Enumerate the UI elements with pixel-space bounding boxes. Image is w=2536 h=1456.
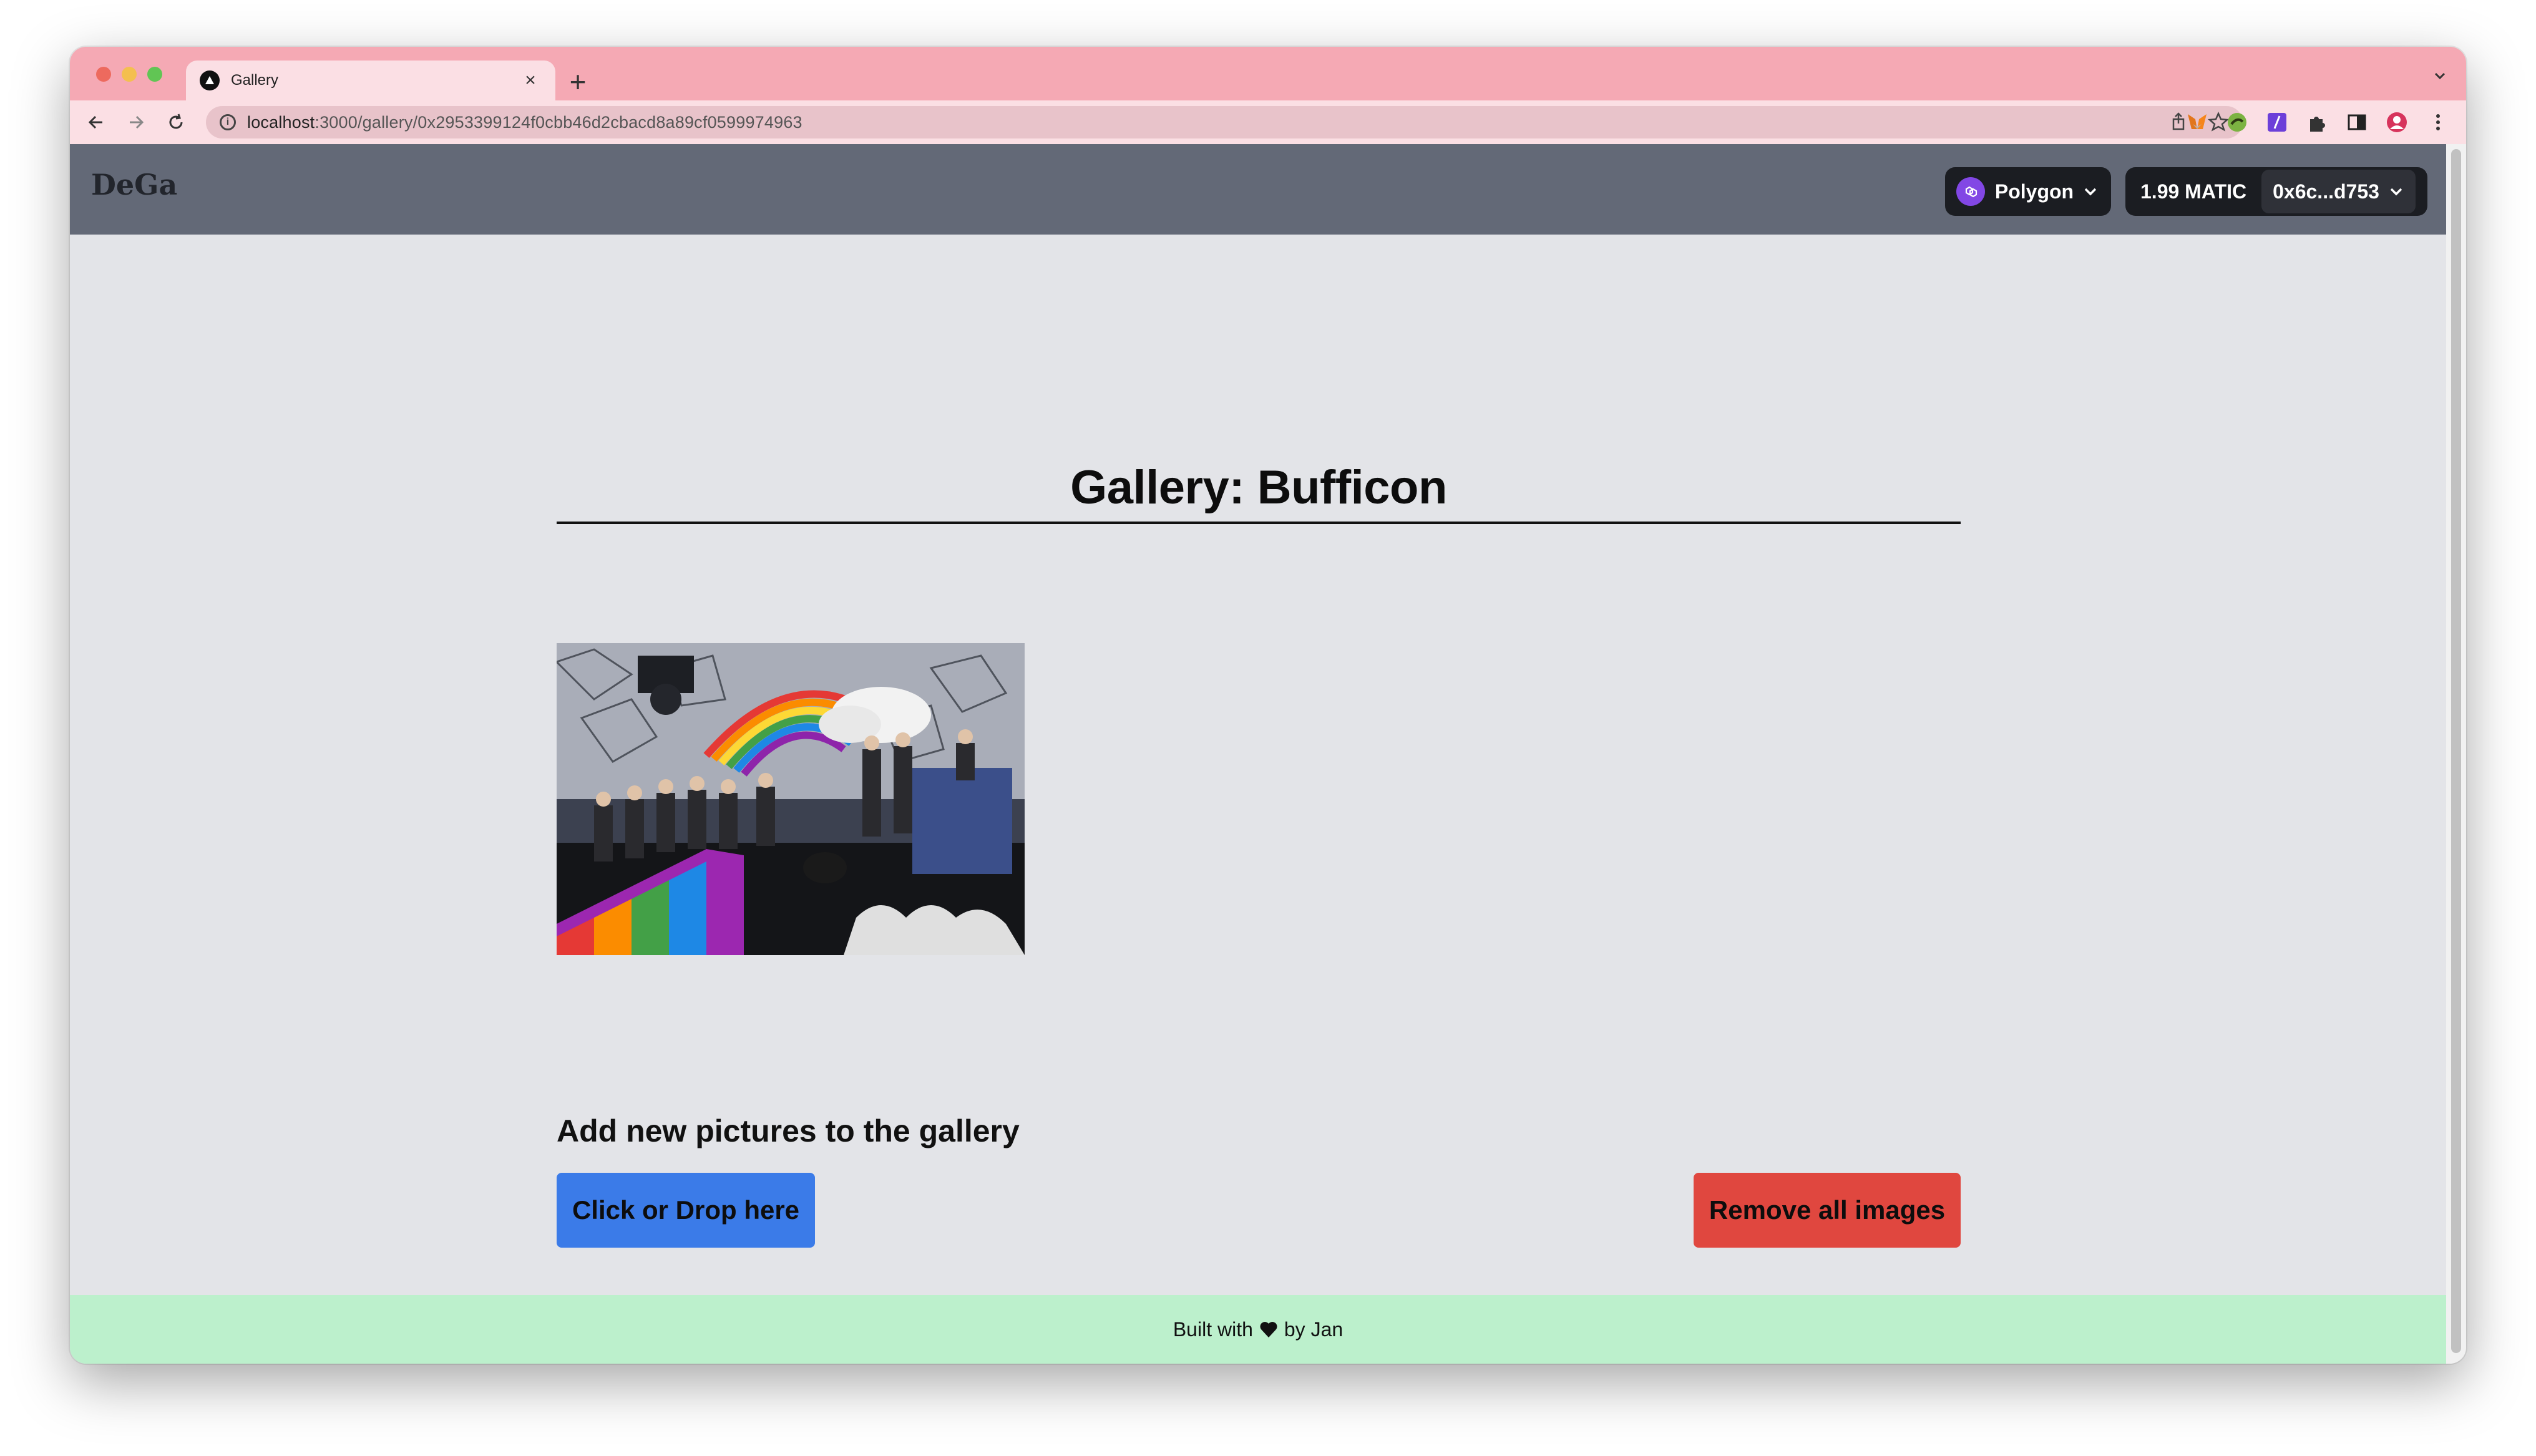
tab-gallery[interactable]: Gallery × <box>186 61 555 100</box>
app-header: DeGa Polygon 1.99 MATIC 0x6c...d753 <box>70 144 2446 235</box>
green-extension-icon[interactable] <box>2225 110 2249 134</box>
main-content: Gallery: Bufficon Add new pictures to th… <box>70 235 2446 1295</box>
footer-prefix: Built with <box>1173 1318 1253 1341</box>
chevron-down-icon <box>2084 188 2097 196</box>
back-button[interactable] <box>84 110 109 135</box>
network-selector[interactable]: Polygon <box>1945 167 2111 216</box>
title-divider <box>557 522 1961 524</box>
url-path: :3000/gallery/0x2953399124f0cbb46d2cbacd… <box>315 112 802 132</box>
chevron-down-icon <box>2390 188 2402 196</box>
site-info-icon[interactable]: i <box>220 114 236 130</box>
reload-icon <box>169 114 183 129</box>
address-bar[interactable]: i localhost:3000/gallery/0x2953399124f0c… <box>206 106 2243 138</box>
page-title: Gallery: Bufficon <box>1070 461 1447 514</box>
polygon-icon <box>1956 177 1985 206</box>
new-tab-button[interactable]: + <box>559 63 597 100</box>
scrollbar-thumb[interactable] <box>2451 149 2461 1353</box>
url-host: localhost <box>247 112 315 132</box>
footer-suffix: by Jan <box>1284 1318 1344 1341</box>
address-chip[interactable]: 0x6c...d753 <box>2261 170 2416 213</box>
tab-strip: Gallery × + <box>70 47 2466 100</box>
add-pictures-heading: Add new pictures to the gallery <box>557 1114 1020 1148</box>
maximize-window-button[interactable] <box>147 67 162 82</box>
back-arrow-icon <box>88 115 102 129</box>
browser-window: Gallery × + i localhost:3000/gallery/0x2… <box>70 47 2466 1364</box>
tab-title: Gallery <box>231 72 279 89</box>
balance-text: 1.99 MATIC <box>2140 180 2247 203</box>
extensions-puzzle-icon[interactable] <box>2305 110 2329 134</box>
gallery-image[interactable] <box>557 643 1025 955</box>
app-logo[interactable]: DeGa <box>91 168 177 201</box>
network-label: Polygon <box>1994 180 2074 203</box>
side-panel-icon[interactable] <box>2345 110 2369 134</box>
profile-avatar-icon[interactable] <box>2385 110 2409 134</box>
forward-arrow-icon <box>130 115 144 129</box>
minimize-window-button[interactable] <box>122 67 137 82</box>
forward-button[interactable] <box>124 110 149 135</box>
reload-button[interactable] <box>163 110 188 135</box>
upload-dropzone-button[interactable]: Click or Drop here <box>557 1173 815 1248</box>
footer: Built with by Jan <box>70 1295 2446 1364</box>
metamask-extension-icon[interactable] <box>2185 110 2209 134</box>
tab-close-icon[interactable]: × <box>519 69 542 92</box>
favicon-icon <box>200 70 220 90</box>
slash-extension-icon[interactable] <box>2265 110 2289 134</box>
wallet-address: 0x6c...d753 <box>2273 180 2379 203</box>
account-button[interactable]: 1.99 MATIC 0x6c...d753 <box>2125 167 2427 216</box>
browser-menu-icon[interactable] <box>2426 110 2450 134</box>
event-photo <box>557 643 1025 955</box>
browser-toolbar: i localhost:3000/gallery/0x2953399124f0c… <box>70 100 2466 144</box>
url-text: localhost:3000/gallery/0x2953399124f0cbb… <box>247 113 802 132</box>
remove-all-images-button[interactable]: Remove all images <box>1694 1173 1961 1248</box>
page-scrollbar[interactable] <box>2446 144 2466 1364</box>
heart-icon <box>1260 1322 1277 1337</box>
tab-search-icon[interactable] <box>2432 68 2447 83</box>
close-window-button[interactable] <box>96 67 111 82</box>
